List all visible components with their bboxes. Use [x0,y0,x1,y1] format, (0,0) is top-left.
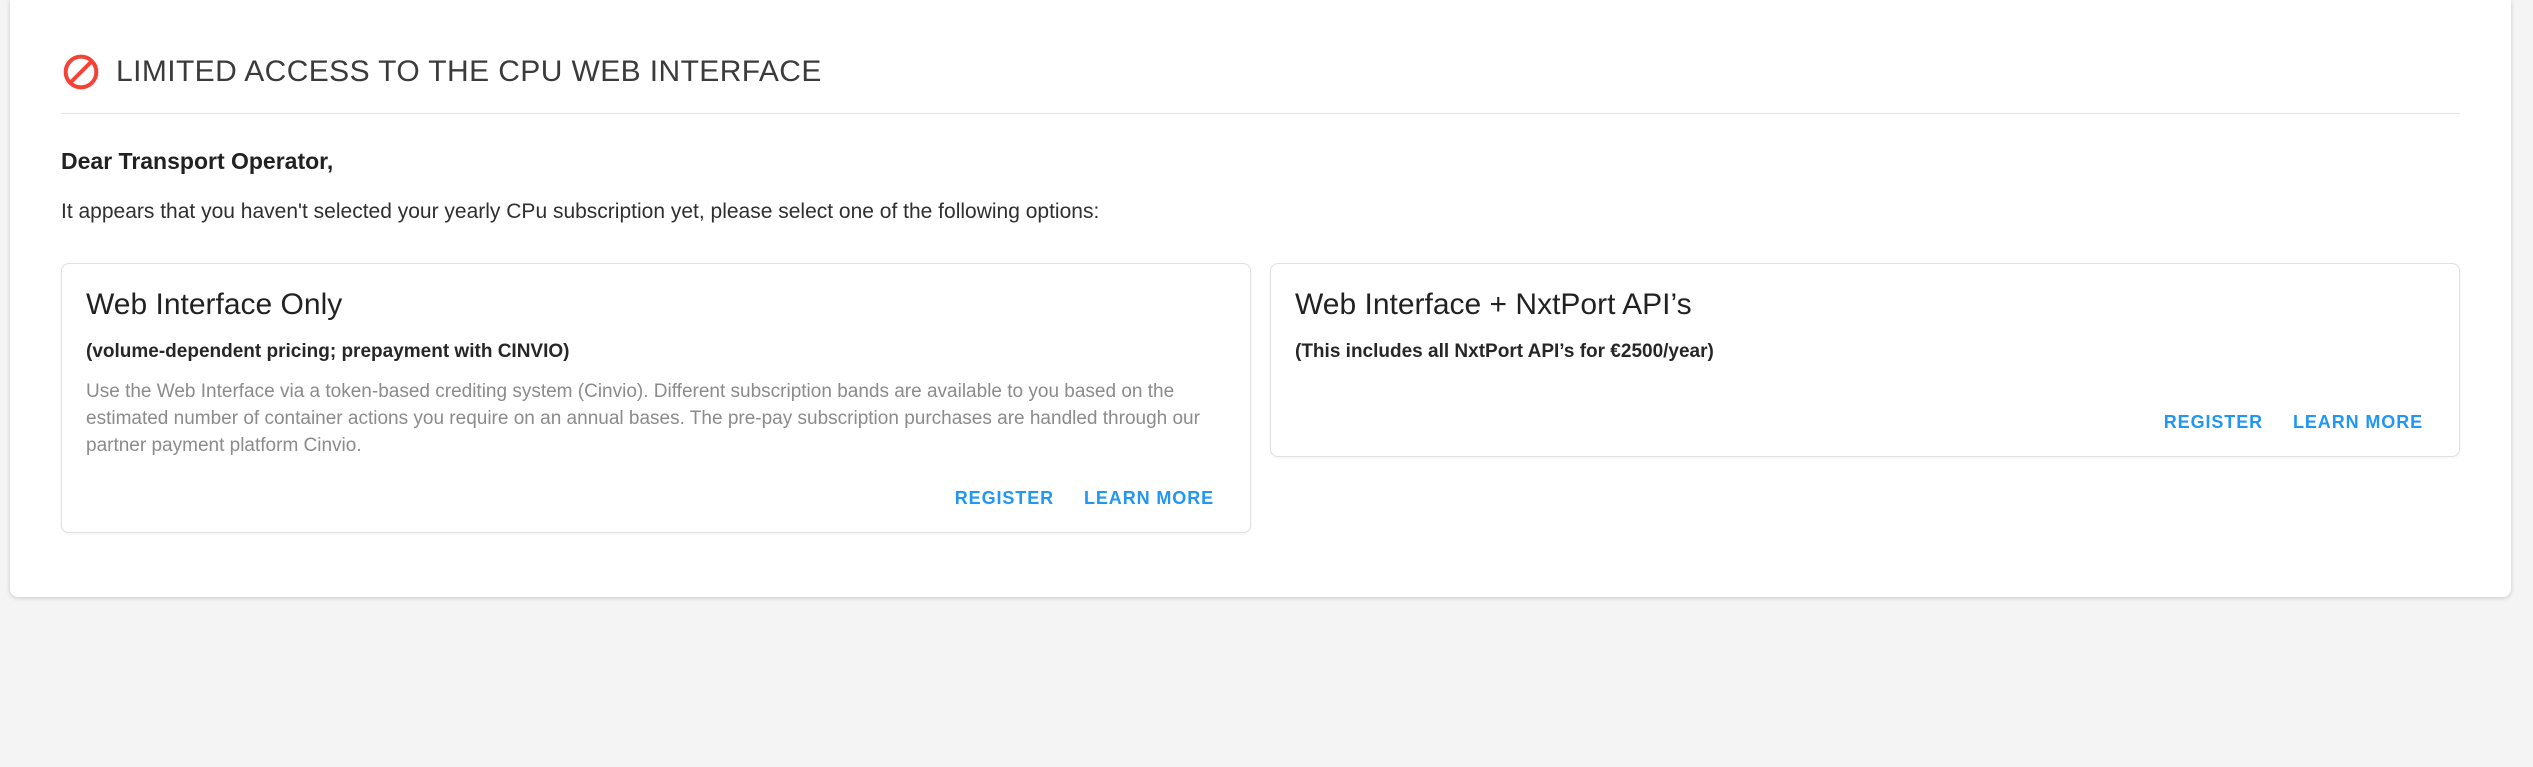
card-title: Web Interface Only [86,287,1226,323]
learn-more-button[interactable]: LEARN MORE [2281,403,2435,442]
greeting-text: Dear Transport Operator, [61,148,2460,175]
card-actions: REGISTER LEARN MORE [86,473,1226,526]
page-header: LIMITED ACCESS TO THE CPU WEB INTERFACE [61,0,2460,92]
intro-text: It appears that you haven't selected you… [61,200,2460,224]
card-title: Web Interface + NxtPort API’s [1295,287,2435,323]
card-web-interface-only: Web Interface Only (volume-dependent pri… [61,263,1251,533]
card-subtitle: (volume-dependent pricing; prepayment wi… [86,341,1226,363]
register-button[interactable]: REGISTER [943,479,1066,518]
content-panel: LIMITED ACCESS TO THE CPU WEB INTERFACE … [10,0,2511,597]
learn-more-button[interactable]: LEARN MORE [1072,479,1226,518]
card-description: Use the Web Interface via a token-based … [86,378,1226,459]
subscription-options: Web Interface Only (volume-dependent pri… [61,263,2460,533]
card-web-interface-nxtport-api: Web Interface + NxtPort API’s (This incl… [1270,263,2460,457]
register-button[interactable]: REGISTER [2152,403,2275,442]
header-divider [61,113,2460,114]
block-icon [61,52,101,92]
card-actions: REGISTER LEARN MORE [1295,397,2435,450]
page-title: LIMITED ACCESS TO THE CPU WEB INTERFACE [116,55,822,89]
card-subtitle: (This includes all NxtPort API’s for €25… [1295,341,2435,363]
